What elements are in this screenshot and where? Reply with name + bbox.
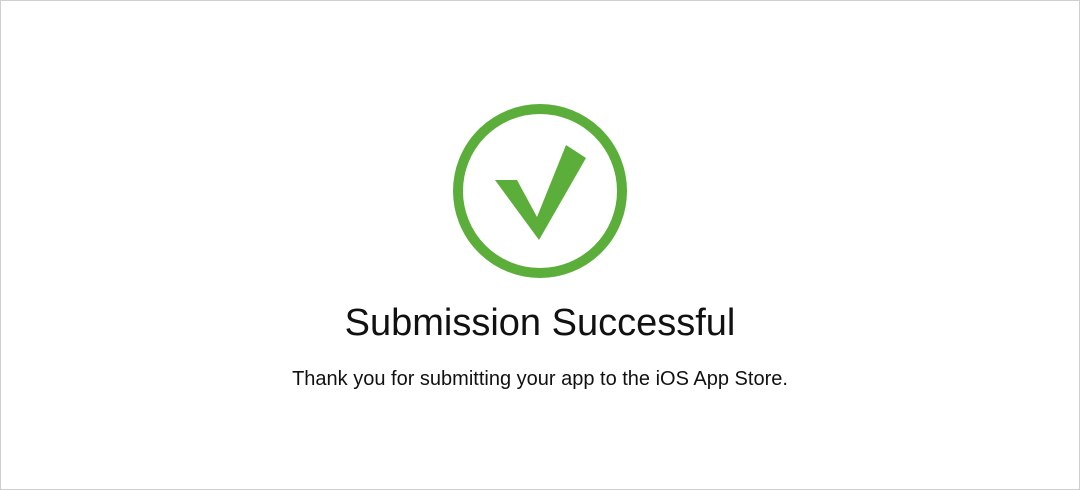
confirmation-message: Thank you for submitting your app to the…: [292, 368, 788, 390]
page-title: Submission Successful: [344, 302, 736, 344]
success-checkmark-icon: [451, 102, 629, 280]
